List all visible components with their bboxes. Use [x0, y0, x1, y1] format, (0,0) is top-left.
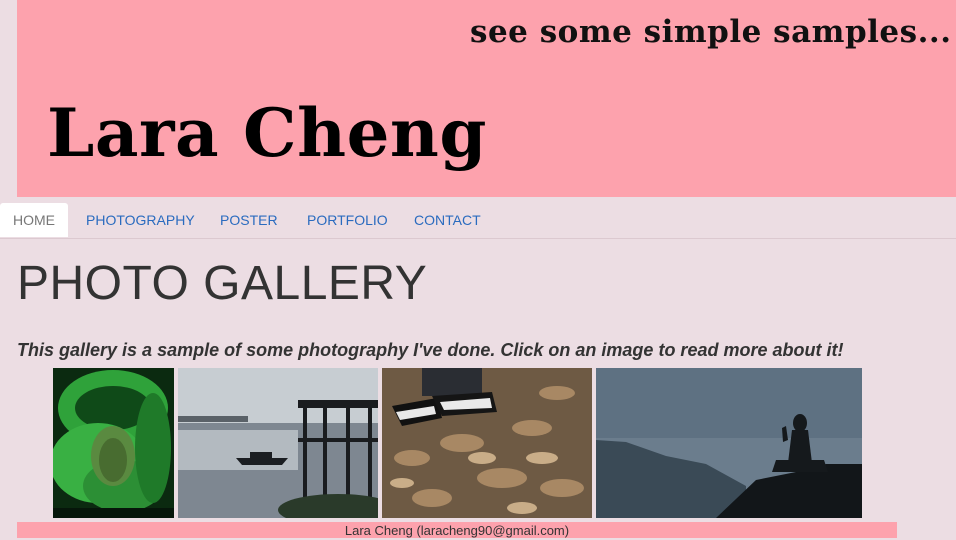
snake-image [53, 368, 174, 518]
footer: Lara Cheng (laracheng90@gmail.com) [17, 522, 897, 538]
gallery-photo-buddha[interactable] [596, 368, 862, 518]
page-title: PHOTO GALLERY [17, 257, 428, 310]
nav-portfolio[interactable]: PORTFOLIO [307, 203, 388, 237]
gallery-photo-leaves[interactable] [382, 368, 592, 518]
site-title: Lara Cheng [47, 94, 487, 172]
gallery-photo-snake[interactable] [53, 368, 174, 518]
nav-contact[interactable]: CONTACT [414, 203, 481, 237]
nav-home[interactable]: HOME [0, 203, 68, 237]
header-banner: see some simple samples... Lara Cheng [17, 0, 956, 197]
nav-poster[interactable]: POSTER [220, 203, 278, 237]
gallery-photo-harbor[interactable] [178, 368, 378, 518]
leaves-image [382, 368, 592, 518]
harbor-image [178, 368, 378, 518]
main-navigation: HOME PHOTOGRAPHY POSTER PORTFOLIO CONTAC… [0, 198, 956, 239]
tagline: see some simple samples... [470, 14, 952, 50]
nav-photography[interactable]: PHOTOGRAPHY [86, 203, 195, 237]
buddha-image [596, 368, 862, 518]
gallery-intro: This gallery is a sample of some photogr… [17, 340, 844, 360]
